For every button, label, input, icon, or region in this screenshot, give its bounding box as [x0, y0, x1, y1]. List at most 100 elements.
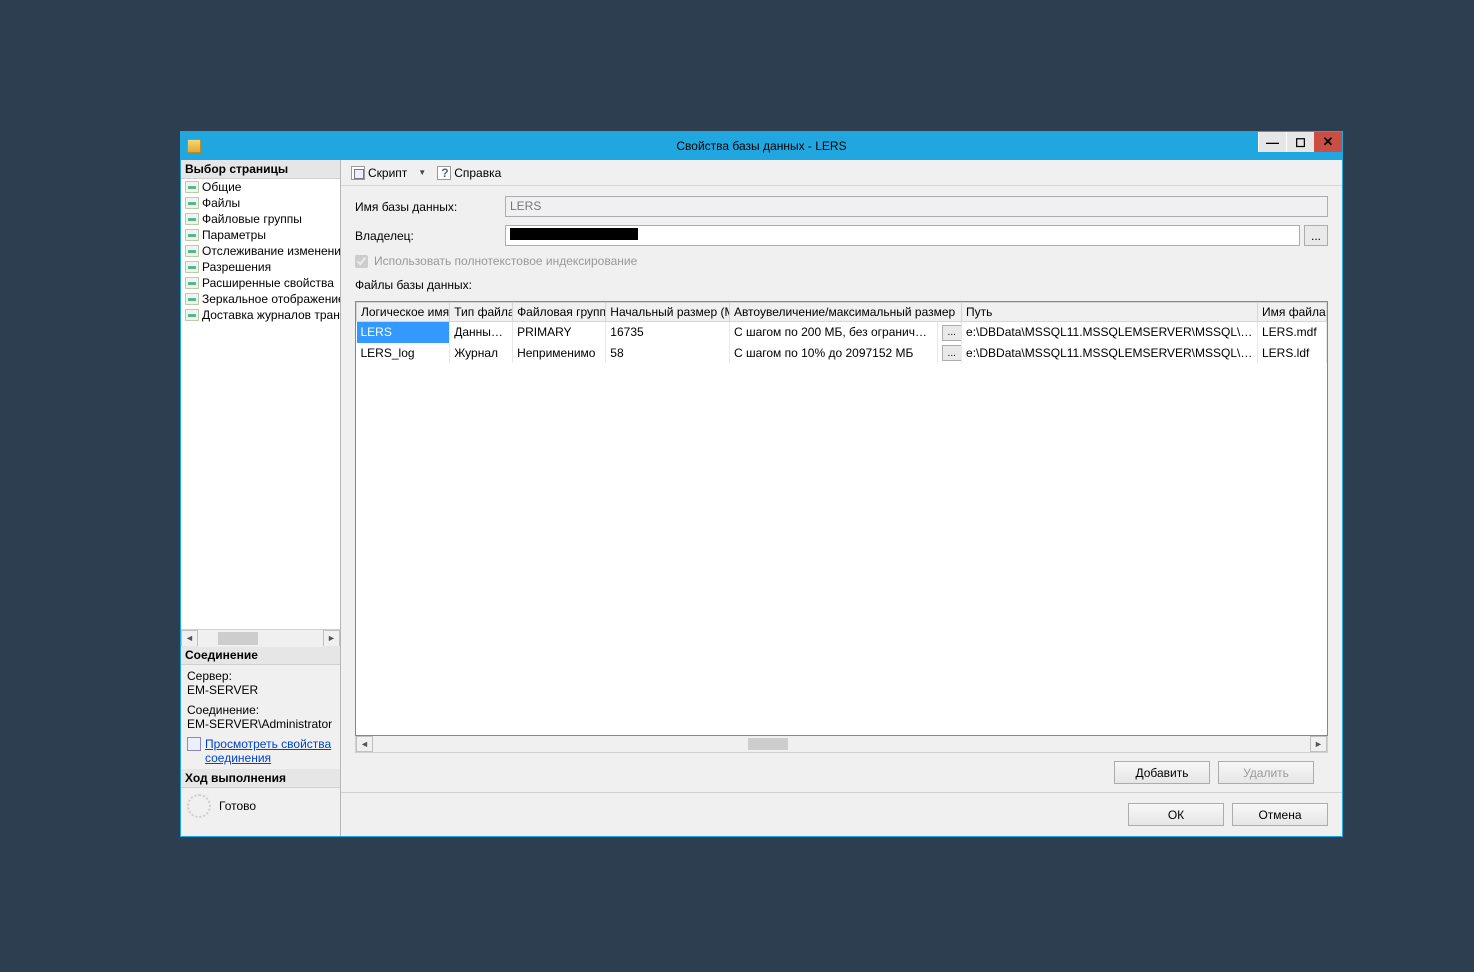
close-button[interactable]: ✕: [1314, 132, 1342, 152]
sidebar-item-ext-props[interactable]: Расширенные свойства: [181, 275, 340, 291]
delete-button: Удалить: [1218, 761, 1314, 784]
page-icon: [185, 245, 199, 257]
col-filename[interactable]: Имя файла: [1258, 303, 1327, 322]
help-button[interactable]: Справка: [433, 164, 505, 182]
table-row[interactable]: LERS_log Журнал Неприменимо 58 С шагом п…: [357, 343, 1327, 364]
script-dropdown-icon[interactable]: ▼: [415, 168, 429, 177]
scroll-right-icon[interactable]: ►: [1310, 736, 1327, 752]
server-label: Сервер:: [187, 669, 334, 683]
sidebar-hscroll[interactable]: ◄ ►: [181, 629, 340, 646]
col-path[interactable]: Путь: [962, 303, 1258, 322]
select-page-header: Выбор страницы: [181, 160, 340, 179]
cell-logical[interactable]: LERS: [357, 322, 450, 343]
scroll-thumb[interactable]: [218, 632, 258, 645]
owner-redacted: [510, 228, 638, 240]
owner-label: Владелец:: [355, 229, 505, 243]
minimize-button[interactable]: —: [1258, 132, 1286, 152]
sidebar-item-filegroups[interactable]: Файловые группы: [181, 211, 340, 227]
col-filegroup[interactable]: Файловая группа: [513, 303, 606, 322]
sidebar-item-change-tracking[interactable]: Отслеживание изменений: [181, 243, 340, 259]
form-area: Имя базы данных: LERS Владелец: ... Испо…: [341, 186, 1342, 301]
sidebar-item-files[interactable]: Файлы: [181, 195, 340, 211]
scroll-left-icon[interactable]: ◄: [181, 630, 198, 647]
sidebar-item-label: Общие: [202, 180, 241, 194]
view-connection-props-link[interactable]: Просмотреть свойства соединения: [205, 737, 334, 765]
sidebar-item-label: Параметры: [202, 228, 266, 242]
sidebar-item-options[interactable]: Параметры: [181, 227, 340, 243]
sidebar-item-permissions[interactable]: Разрешения: [181, 259, 340, 275]
cancel-button[interactable]: Отмена: [1232, 803, 1328, 826]
sidebar: Выбор страницы Общие Файлы Файловые груп…: [181, 160, 341, 836]
page-list: Общие Файлы Файловые группы Параметры От…: [181, 179, 340, 629]
ellipsis-button[interactable]: ...: [942, 345, 962, 361]
progress-header: Ход выполнения: [181, 769, 340, 788]
window-title: Свойства базы данных - LERS: [181, 139, 1342, 153]
ok-button[interactable]: ОК: [1128, 803, 1224, 826]
sidebar-item-label: Файловые группы: [202, 212, 302, 226]
page-icon: [185, 181, 199, 193]
page-icon: [185, 309, 199, 321]
fulltext-checkbox: [355, 255, 368, 268]
connection-props-icon: [187, 737, 201, 751]
dialog-button-row: ОК Отмена: [341, 792, 1342, 836]
main-panel: Скрипт ▼ Справка Имя базы данных: LERS В…: [341, 160, 1342, 836]
db-name-field: LERS: [505, 196, 1328, 217]
cell-initsize[interactable]: 16735: [606, 322, 730, 343]
files-label: Файлы базы данных:: [355, 278, 1328, 292]
table-row[interactable]: LERS Данные ... PRIMARY 16735 С шагом по…: [357, 322, 1327, 343]
progress-status: Готово: [219, 799, 256, 813]
sidebar-item-general[interactable]: Общие: [181, 179, 340, 195]
cell-filetype[interactable]: Данные ...: [450, 322, 513, 343]
cell-filegroup[interactable]: PRIMARY: [513, 322, 606, 343]
page-icon: [185, 277, 199, 289]
sidebar-item-mirroring[interactable]: Зеркальное отображение: [181, 291, 340, 307]
script-button[interactable]: Скрипт: [347, 164, 411, 182]
scroll-right-icon[interactable]: ►: [323, 630, 340, 647]
db-name-label: Имя базы данных:: [355, 200, 505, 214]
scroll-track[interactable]: [198, 630, 323, 647]
conn-label: Соединение:: [187, 703, 334, 717]
sidebar-item-label: Расширенные свойства: [202, 276, 334, 290]
grid-hscroll[interactable]: ◄ ►: [355, 736, 1328, 753]
cell-filetype[interactable]: Журнал: [450, 343, 513, 364]
col-logical[interactable]: Логическое имя: [357, 303, 450, 322]
cell-path[interactable]: e:\DBData\MSSQL11.MSSQLEMSERVER\MSSQL\DA…: [962, 322, 1258, 343]
dialog-window: Свойства базы данных - LERS — ◻ ✕ Выбор …: [180, 131, 1343, 837]
ellipsis-button[interactable]: ...: [942, 325, 962, 341]
cell-filegroup[interactable]: Неприменимо: [513, 343, 606, 364]
titlebar[interactable]: Свойства базы данных - LERS — ◻ ✕: [181, 132, 1342, 160]
cell-initsize[interactable]: 58: [606, 343, 730, 364]
cell-filename[interactable]: LERS.mdf: [1258, 322, 1327, 343]
connection-block: Сервер: EM-SERVER Соединение: EM-SERVER\…: [181, 665, 340, 769]
fulltext-label: Использовать полнотекстовое индексирован…: [374, 254, 637, 268]
col-filetype[interactable]: Тип файла: [450, 303, 513, 322]
maximize-button[interactable]: ◻: [1286, 132, 1314, 152]
cell-logical[interactable]: LERS_log: [357, 343, 450, 364]
scroll-thumb[interactable]: [748, 738, 788, 750]
sidebar-item-label: Разрешения: [202, 260, 271, 274]
cell-autogrow[interactable]: С шагом по 200 МБ, без ограничений: [729, 322, 937, 343]
col-autogrow[interactable]: Автоувеличение/максимальный размер: [729, 303, 961, 322]
scroll-track[interactable]: [373, 736, 1310, 752]
cell-autogrow-btn[interactable]: ...: [937, 343, 961, 364]
owner-browse-button[interactable]: ...: [1304, 225, 1328, 246]
cell-filename[interactable]: LERS.ldf: [1258, 343, 1327, 364]
conn-value: EM-SERVER\Administrator: [187, 717, 334, 731]
script-label: Скрипт: [368, 166, 407, 180]
page-icon: [185, 293, 199, 305]
col-initsize[interactable]: Начальный размер (МБ): [606, 303, 730, 322]
spinner-icon: [187, 794, 211, 818]
cell-path[interactable]: e:\DBData\MSSQL11.MSSQLEMSERVER\MSSQL\DA…: [962, 343, 1258, 364]
owner-field[interactable]: [505, 225, 1300, 246]
sidebar-item-log-shipping[interactable]: Доставка журналов транзакц: [181, 307, 340, 323]
files-grid[interactable]: Логическое имя Тип файла Файловая группа…: [355, 301, 1328, 736]
page-icon: [185, 229, 199, 241]
cell-autogrow[interactable]: С шагом по 10% до 2097152 МБ: [729, 343, 937, 364]
page-icon: [185, 197, 199, 209]
connection-header: Соединение: [181, 646, 340, 665]
toolbar: Скрипт ▼ Справка: [341, 160, 1342, 186]
add-button[interactable]: Добавить: [1114, 761, 1210, 784]
cell-autogrow-btn[interactable]: ...: [937, 322, 961, 343]
page-icon: [185, 213, 199, 225]
scroll-left-icon[interactable]: ◄: [356, 736, 373, 752]
